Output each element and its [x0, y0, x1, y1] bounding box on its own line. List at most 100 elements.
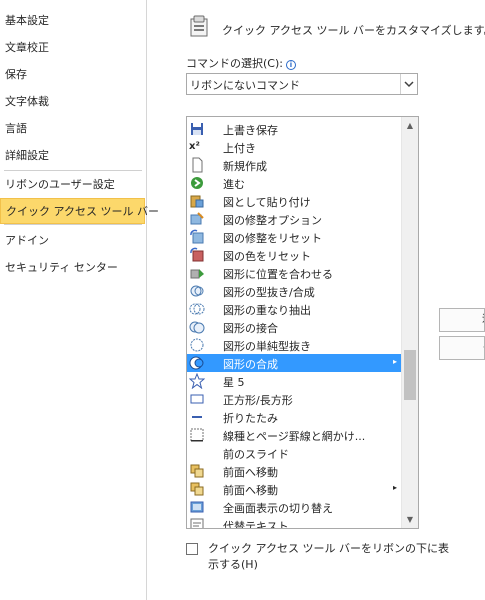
paste-as-picture-icon — [189, 193, 205, 209]
nav-divider — [4, 170, 142, 171]
list-scrollbar[interactable]: ▲ ▼ — [401, 117, 418, 528]
command-list-item[interactable]: 前のスライド — [187, 444, 401, 462]
forward-icon — [189, 175, 205, 191]
full-screen-icon — [189, 499, 205, 515]
command-label: 図形の合成 — [223, 358, 278, 371]
command-label: 線種とページ罫線と網かけ... — [223, 430, 366, 443]
nav-item-general[interactable]: 基本設定 — [0, 8, 145, 34]
reset-picture-icon — [189, 229, 205, 245]
command-list-item[interactable]: 上書き保存 — [187, 120, 401, 138]
command-list-item[interactable]: 正方形/長方形 — [187, 390, 401, 408]
nav-item-advanced[interactable]: 詳細設定 — [0, 143, 145, 169]
alt-text-icon — [189, 517, 205, 528]
chevron-down-icon — [404, 81, 414, 88]
command-label: 前面へ移動 — [223, 466, 278, 479]
command-label: 図として貼り付け — [223, 196, 311, 209]
show-below-ribbon-label: クイック アクセス ツール バーをリボンの下に表示する(H) — [208, 542, 449, 571]
command-label: 正方形/長方形 — [223, 394, 293, 407]
command-label: 図形に位置を合わせる — [223, 268, 333, 281]
command-label: 代替テキスト — [223, 520, 289, 529]
command-list-item[interactable]: 前面へ移動 ▸ — [187, 480, 401, 498]
rectangle-icon — [189, 391, 205, 407]
nav-item-trust-center[interactable]: セキュリティ センター — [0, 255, 145, 281]
command-source-label: コマンドの選択(C): i — [186, 55, 296, 71]
nav-item-language[interactable]: 言語 — [0, 116, 145, 142]
scroll-down-button[interactable]: ▼ — [402, 511, 418, 528]
star-icon — [188, 372, 206, 390]
shape-merge-icon — [189, 355, 205, 371]
command-source-text: コマンドの選択(C): — [186, 57, 283, 70]
command-list-item[interactable]: 図として貼り付け — [187, 192, 401, 210]
options-nav: 基本設定 文章校正 保存 文字体裁 言語 詳細設定 リボンのユーザー設定 クイッ… — [0, 0, 159, 600]
new-document-icon — [189, 157, 205, 173]
command-label: 上付き — [223, 142, 256, 155]
info-icon: i — [285, 60, 296, 70]
command-list-item[interactable]: 図の修整をリセット — [187, 228, 401, 246]
command-label: 上書き保存 — [223, 124, 278, 137]
nav-item-save[interactable]: 保存 — [0, 62, 145, 88]
command-label: 進む — [223, 178, 245, 191]
add-button[interactable]: 追 — [439, 308, 485, 332]
reset-picture-color-icon — [189, 247, 205, 263]
bring-forward-icon — [189, 463, 205, 479]
command-list-item[interactable]: 図形の接合 — [187, 318, 401, 336]
command-label: 図の修整をリセット — [223, 232, 322, 245]
shape-combine-icon — [189, 283, 205, 299]
remove-button[interactable]: < — [439, 336, 485, 360]
collapse-icon — [189, 409, 205, 425]
align-to-shape-icon — [189, 265, 205, 281]
shape-intersect-icon — [189, 301, 205, 317]
command-list-item[interactable]: 全画面表示の切り替え — [187, 498, 401, 516]
nav-item-proofing[interactable]: 文章校正 — [0, 35, 145, 61]
picture-correction-icon — [189, 211, 205, 227]
command-list[interactable]: 上書き保存 x² 上付き新規作成進む図として貼り付け 図の修整オプション 図の修整をリセ… — [186, 116, 419, 529]
command-label: 新規作成 — [223, 160, 267, 173]
command-label: 図形の重なり抽出 — [223, 304, 311, 317]
command-label: 図の色をリセット — [223, 250, 311, 263]
command-label: 折りたたみ — [223, 412, 278, 425]
command-label: 星 5 — [223, 376, 245, 389]
submenu-arrow-icon: ▸ — [392, 483, 397, 492]
command-list-item[interactable]: 進む — [187, 174, 401, 192]
command-list-item[interactable]: 図の色をリセット — [187, 246, 401, 264]
command-label: 図形の単純型抜き — [223, 340, 311, 353]
command-label: 前面へ移動 — [223, 484, 278, 497]
dropdown-value: リボンにないコマンド — [190, 79, 300, 92]
command-label: 図形の型抜き/合成 — [223, 286, 315, 299]
nav-item-addins[interactable]: アドイン — [0, 228, 145, 254]
page-title: クイック アクセス ツール バーをカスタマイズします。 — [222, 24, 485, 37]
show-below-ribbon-checkbox[interactable] — [186, 543, 198, 555]
main-panel: クイック アクセス ツール バーをカスタマイズします。 コマンドの選択(C): i… — [158, 0, 485, 600]
command-label: 図の修整オプション — [223, 214, 322, 227]
command-list-item[interactable]: 図形の単純型抜き — [187, 336, 401, 354]
command-list-item[interactable]: 星 5 — [187, 372, 401, 390]
command-label: 図形の接合 — [223, 322, 278, 335]
nav-item-quick-access-toolbar[interactable]: クイック アクセス ツール バー — [0, 198, 159, 224]
nav-item-typography[interactable]: 文字体裁 — [0, 89, 145, 115]
command-list-item[interactable]: 図形の型抜き/合成 — [187, 282, 401, 300]
scroll-up-button[interactable]: ▲ — [402, 117, 418, 134]
nav-item-customize-ribbon[interactable]: リボンのユーザー設定 — [0, 172, 145, 198]
scroll-thumb[interactable] — [404, 350, 416, 400]
command-list-item[interactable]: 線種とページ罫線と網かけ... — [187, 426, 401, 444]
command-list-item[interactable]: 図形の合成 ▸ — [187, 354, 401, 372]
nav-divider — [4, 224, 142, 225]
command-list-item[interactable]: 代替テキスト — [187, 516, 401, 529]
command-list-item[interactable]: 図形の重なり抽出 — [187, 300, 401, 318]
quick-access-toolbar-icon — [190, 15, 208, 37]
dropdown-button[interactable] — [400, 74, 417, 94]
command-list-item[interactable]: 図形に位置を合わせる — [187, 264, 401, 282]
shape-union-icon — [189, 319, 205, 335]
borders-shading-icon — [189, 427, 205, 443]
bring-forward-icon — [189, 481, 205, 497]
command-source-dropdown[interactable]: リボンにないコマンド — [186, 73, 418, 95]
command-list-item[interactable]: x² 上付き — [187, 138, 401, 156]
command-list-item[interactable]: 前面へ移動 — [187, 462, 401, 480]
command-label: 前のスライド — [223, 448, 289, 461]
submenu-arrow-icon: ▸ — [392, 357, 397, 366]
command-label: 全画面表示の切り替え — [223, 502, 333, 515]
command-list-item[interactable]: 折りたたみ — [187, 408, 401, 426]
command-list-item[interactable]: 図の修整オプション — [187, 210, 401, 228]
command-list-item[interactable]: 新規作成 — [187, 156, 401, 174]
superscript-icon: x² — [189, 141, 200, 152]
